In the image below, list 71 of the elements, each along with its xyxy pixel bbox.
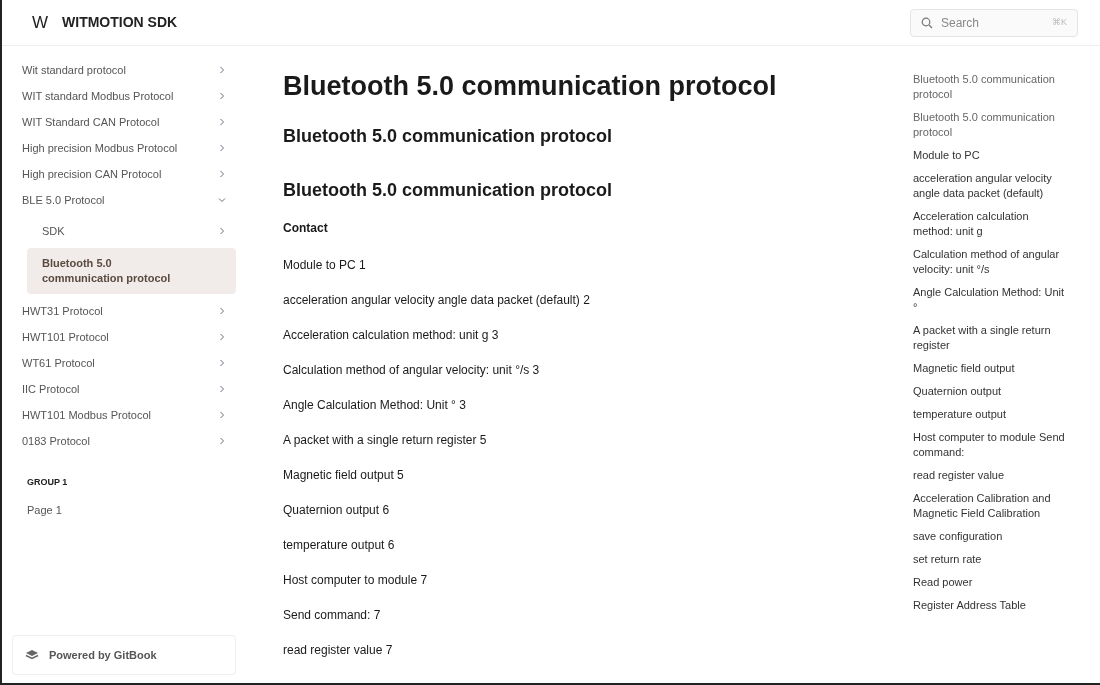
outline-link[interactable]: read register value bbox=[904, 466, 1076, 485]
contents-line: read register value 7 bbox=[283, 643, 394, 657]
contents-line: Angle Calculation Method: Unit ° 3 bbox=[283, 398, 467, 412]
sidebar-item[interactable]: WT61 Protocol bbox=[12, 350, 236, 376]
chevron-right-icon bbox=[218, 437, 226, 445]
group-title: GROUP 1 bbox=[26, 476, 69, 489]
outline-link[interactable]: Bluetooth 5.0 communication protocol bbox=[904, 70, 1076, 104]
contents-line: Calculation method of angular velocity: unit °/s 3 bbox=[283, 363, 541, 377]
chevron-right-icon bbox=[218, 92, 226, 100]
chevron-right-icon bbox=[218, 333, 226, 341]
contents-line: temperature output 6 bbox=[283, 538, 396, 552]
chevron-right-icon bbox=[218, 359, 226, 367]
sidebar-item[interactable]: Wit standard protocol bbox=[12, 57, 236, 83]
contents-heading: Contact bbox=[283, 220, 329, 237]
search-input[interactable]: Search bbox=[941, 13, 1044, 32]
outline-link[interactable]: Read power bbox=[904, 573, 1076, 592]
chevron-right-icon bbox=[218, 227, 226, 235]
contents-line: Send command: 7 bbox=[283, 608, 382, 622]
chevron-right-icon bbox=[218, 411, 226, 419]
chevron-right-icon bbox=[218, 144, 226, 152]
chevron-right-icon bbox=[218, 307, 226, 315]
chevron-right-icon bbox=[218, 170, 226, 178]
sidebar-item[interactable]: HWT101 Protocol bbox=[12, 324, 236, 350]
sidebar-item[interactable]: HWT101 Modbus Protocol bbox=[12, 402, 236, 428]
outline-link[interactable]: Magnetic field output bbox=[904, 359, 1076, 378]
outline-link[interactable]: Acceleration calculation method: unit g bbox=[904, 207, 1076, 241]
outline-link[interactable]: Quaternion output bbox=[904, 382, 1076, 401]
outline-link[interactable]: Module to PC bbox=[904, 146, 1076, 165]
outline-link[interactable]: Register Address Table bbox=[904, 596, 1076, 615]
sidebar-item[interactable]: High precision Modbus Protocol bbox=[12, 135, 236, 161]
layers-icon bbox=[25, 649, 39, 661]
sidebar-item[interactable]: Bluetooth 5.0 communication protocol bbox=[27, 248, 236, 294]
search-icon bbox=[921, 16, 933, 29]
outline-link[interactable]: Calculation method of angular velocity: unit °/s bbox=[904, 245, 1076, 279]
sidebar-item[interactable]: WIT standard Modbus Protocol bbox=[12, 83, 236, 109]
outline-link[interactable]: acceleration angular velocity angle data packet (default) bbox=[904, 169, 1076, 203]
chevron-right-icon bbox=[218, 385, 226, 393]
powered-by-text: Powered by GitBook bbox=[49, 647, 157, 663]
outline-link[interactable]: Angle Calculation Method: Unit ° bbox=[904, 283, 1076, 317]
sidebar-item[interactable]: WIT Standard CAN Protocol bbox=[12, 109, 236, 135]
sidebar-item[interactable]: IIC Protocol bbox=[12, 376, 236, 402]
contents-line: acceleration angular velocity angle data packet (default) 2 bbox=[283, 293, 591, 307]
outline-link[interactable]: temperature output bbox=[904, 405, 1076, 424]
shortcut-hint: ⌘K bbox=[1052, 15, 1067, 29]
sidebar-item[interactable]: SDK bbox=[27, 218, 236, 244]
contents-line: Magnetic field output 5 bbox=[283, 468, 405, 482]
contents-line: A packet with a single return register 5 bbox=[283, 433, 488, 447]
sidebar-item[interactable]: Page 1 bbox=[12, 497, 236, 524]
chevron-right-icon bbox=[218, 66, 226, 74]
contents-line: Module to PC 1 bbox=[283, 258, 367, 272]
outline-link[interactable]: set return rate bbox=[904, 550, 1076, 569]
section-heading: Bluetooth 5.0 communication protocol bbox=[283, 125, 613, 148]
contents-line: Acceleration calculation method: unit g 3 bbox=[283, 328, 500, 342]
sidebar-item[interactable]: HWT31 Protocol bbox=[12, 298, 236, 324]
section-heading: Bluetooth 5.0 communication protocol bbox=[283, 179, 613, 202]
powered-by-badge[interactable]: Powered by GitBook bbox=[12, 635, 236, 675]
contents-line: Quaternion output 6 bbox=[283, 503, 391, 517]
sidebar-item[interactable]: High precision CAN Protocol bbox=[12, 161, 236, 187]
page-title: Bluetooth 5.0 communication protocol bbox=[283, 70, 778, 103]
outline-link[interactable]: Host computer to module Send command: bbox=[904, 428, 1076, 462]
contents-line: Host computer to module 7 bbox=[283, 573, 429, 587]
outline-link[interactable]: A packet with a single return register bbox=[904, 321, 1076, 355]
outline-link[interactable]: Acceleration Calibration and Magnetic Field Calibration bbox=[904, 489, 1076, 523]
outline-link[interactable]: save configuration bbox=[904, 527, 1076, 546]
chevron-down-icon bbox=[218, 196, 226, 204]
outline-link[interactable]: Bluetooth 5.0 communication protocol bbox=[904, 108, 1076, 142]
logo-letter[interactable]: W bbox=[26, 9, 49, 36]
sidebar-item[interactable]: 0183 Protocol bbox=[12, 428, 236, 454]
site-title[interactable]: WITMOTION SDK bbox=[62, 12, 178, 33]
sidebar-item[interactable]: BLE 5.0 Protocol bbox=[12, 187, 236, 213]
chevron-right-icon bbox=[218, 118, 226, 126]
